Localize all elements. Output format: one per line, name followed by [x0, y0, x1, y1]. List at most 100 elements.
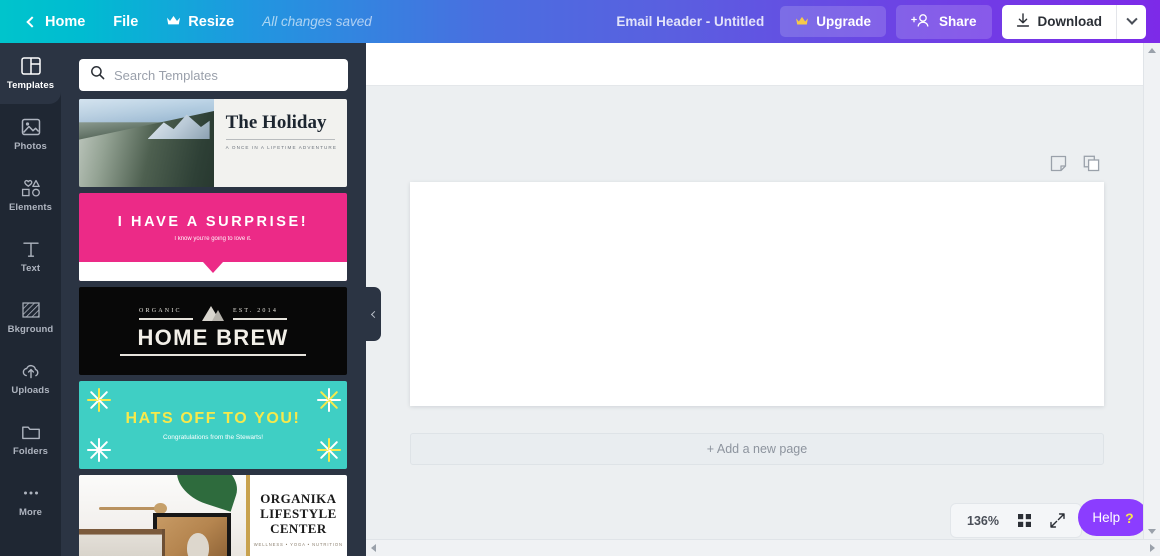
templates-icon — [20, 56, 42, 76]
background-hatch-icon — [20, 300, 42, 320]
sidebar-item-templates[interactable]: Templates — [0, 43, 61, 104]
templates-panel: The Holiday A ONCE IN A LIFETIME ADVENTU… — [61, 43, 366, 556]
share-label: Share — [938, 14, 977, 29]
template-card-home-brew[interactable]: ORGANIC EST. 2014 HOME BREW — [79, 287, 347, 375]
person-add-icon — [911, 13, 931, 31]
vertical-scrollbar[interactable] — [1143, 43, 1160, 539]
expand-arrows-icon[interactable] — [1050, 513, 1065, 528]
firework-burst-icon — [83, 385, 113, 415]
template-title: I HAVE A SURPRISE! — [117, 213, 309, 230]
download-group: Download — [1001, 4, 1146, 39]
triangle-left-icon[interactable] — [371, 544, 376, 552]
scroll-up-button[interactable] — [1144, 43, 1160, 58]
text-t-icon — [20, 239, 42, 259]
resize-button[interactable]: Resize — [152, 8, 248, 36]
help-button[interactable]: Help ? — [1078, 499, 1148, 536]
canva-editor-window: Home File Resize All changes saved Email… — [0, 0, 1160, 556]
search-icon — [90, 65, 105, 85]
sidebar-item-label: Folders — [12, 446, 48, 457]
download-options-button[interactable] — [1116, 4, 1146, 39]
folder-icon — [20, 422, 42, 442]
chevron-left-icon — [26, 15, 38, 28]
divider — [139, 317, 193, 320]
template-title: The Holiday — [225, 112, 327, 133]
template-footer-band — [79, 262, 347, 281]
canvas-toolbar — [366, 43, 1160, 86]
help-question-mark-icon: ? — [1125, 509, 1134, 526]
sidebar-item-label: Text — [20, 263, 41, 274]
search-area — [61, 43, 366, 99]
sidebar-item-folders[interactable]: Folders — [0, 409, 61, 470]
zoom-controls: 136% — [950, 503, 1082, 538]
triangle-right-icon[interactable] — [1150, 544, 1155, 552]
mountain-icon — [202, 306, 224, 321]
upgrade-label: Upgrade — [816, 14, 871, 29]
template-card-organika-lifestyle-center[interactable]: ORGANIKA LIFESTYLE CENTER WELLNESS • YOG… — [79, 475, 347, 556]
spoon-shape — [99, 503, 167, 514]
duplicate-page-icon[interactable] — [1083, 155, 1100, 172]
divider — [233, 317, 287, 320]
search-box[interactable] — [79, 59, 348, 91]
left-sidebar-rail: Templates Photos Elements Text Bkground — [0, 43, 61, 556]
crown-icon — [166, 14, 181, 30]
sidebar-item-label: Photos — [14, 141, 47, 152]
download-arrow-icon — [1016, 12, 1030, 31]
template-list: The Holiday A ONCE IN A LIFETIME ADVENTU… — [61, 99, 366, 556]
file-menu-button[interactable]: File — [99, 8, 152, 36]
collapse-panel-button[interactable] — [366, 287, 381, 341]
save-status: All changes saved — [262, 14, 372, 29]
sidebar-item-photos[interactable]: Photos — [0, 104, 61, 165]
template-title: HOME BREW — [137, 325, 289, 350]
sidebar-item-uploads[interactable]: Uploads — [0, 348, 61, 409]
search-input[interactable] — [114, 67, 337, 83]
sidebar-item-more[interactable]: More — [0, 470, 61, 531]
add-new-page-button[interactable]: + Add a new page — [410, 433, 1104, 465]
grid-view-icon[interactable] — [1017, 513, 1032, 528]
scroll-down-button[interactable] — [1144, 524, 1160, 539]
template-card-i-have-a-surprise[interactable]: I HAVE A SURPRISE! I know you're going t… — [79, 193, 347, 281]
stone-shape — [187, 533, 209, 556]
template-subtitle: Congratulations from the Stewarts! — [162, 433, 264, 441]
template-text-block: The Holiday A ONCE IN A LIFETIME ADVENTU… — [214, 99, 347, 187]
mountain-photo — [79, 99, 214, 187]
document-title[interactable]: Email Header - Untitled — [616, 14, 764, 29]
file-label: File — [113, 13, 139, 30]
page-actions — [1050, 155, 1100, 172]
crown-icon — [795, 14, 809, 29]
sidebar-item-label: Templates — [6, 80, 55, 91]
sidebar-item-background[interactable]: Bkground — [0, 287, 61, 348]
template-card-hats-off-to-you[interactable]: HATS OFF TO YOU! Congratulations from th… — [79, 381, 347, 469]
upload-cloud-icon — [20, 361, 42, 381]
template-title: HATS OFF TO YOU! — [125, 409, 301, 427]
template-card-the-holiday[interactable]: The Holiday A ONCE IN A LIFETIME ADVENTU… — [79, 99, 347, 187]
sidebar-item-label: Bkground — [7, 324, 54, 335]
zoom-level-value[interactable]: 136% — [967, 514, 999, 528]
design-canvas-page[interactable] — [410, 182, 1104, 406]
triangle-down-icon — [1148, 529, 1156, 534]
add-note-page-icon[interactable] — [1050, 155, 1067, 172]
shapes-icon — [20, 178, 42, 198]
chevron-down-icon — [1125, 13, 1138, 25]
sidebar-item-label: More — [18, 507, 43, 518]
template-left-tag: ORGANIC — [139, 307, 182, 314]
download-button[interactable]: Download — [1001, 4, 1116, 39]
triangle-notch — [203, 262, 223, 273]
divider — [120, 354, 306, 356]
horizontal-scrollbar[interactable] — [366, 539, 1160, 556]
triangle-up-icon — [1148, 48, 1156, 53]
photo-icon — [20, 117, 42, 137]
shelf-shape — [79, 529, 165, 556]
sidebar-item-elements[interactable]: Elements — [0, 165, 61, 226]
ellipsis-icon — [20, 483, 42, 503]
share-button[interactable]: Share — [895, 4, 992, 39]
top-toolbar-right: Email Header - Untitled Upgrade Share Do… — [616, 4, 1160, 39]
firework-burst-icon — [83, 435, 113, 465]
firework-burst-icon — [313, 385, 343, 415]
sidebar-item-text[interactable]: Text — [0, 226, 61, 287]
upgrade-button[interactable]: Upgrade — [780, 6, 886, 37]
divider — [225, 139, 335, 140]
chevron-left-icon — [370, 310, 379, 318]
home-label: Home — [45, 13, 86, 30]
home-button[interactable]: Home — [14, 8, 99, 36]
firework-burst-icon — [313, 435, 343, 465]
